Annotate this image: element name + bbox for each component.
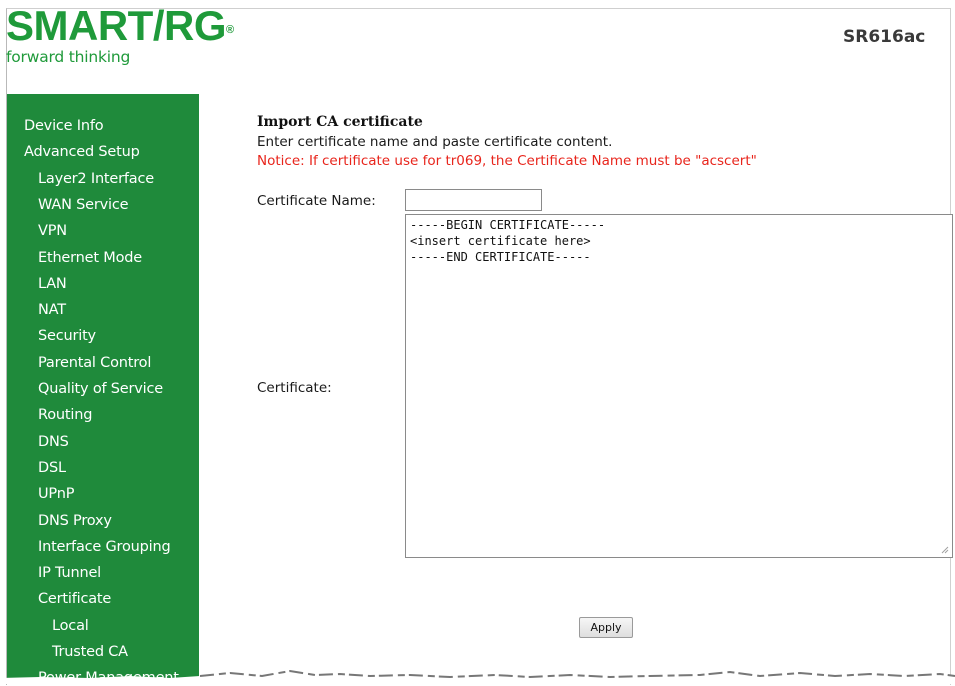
sidebar-item-quality-of-service[interactable]: Quality of Service (38, 381, 163, 397)
sidebar-item-layer2-interface[interactable]: Layer2 Interface (38, 171, 154, 187)
certificate-label: Certificate: (257, 380, 332, 396)
sidebar-nav: Device Info Advanced Setup Layer2 Interfac… (7, 94, 199, 686)
brand-name: SMART/RG® (6, 2, 234, 49)
registered-mark: ® (226, 24, 234, 36)
sidebar-item-dns-proxy[interactable]: DNS Proxy (38, 513, 112, 529)
sidebar-item-lan[interactable]: LAN (38, 276, 67, 292)
tr069-notice: Notice: If certificate use for tr069, th… (257, 153, 757, 169)
sidebar-item-dsl[interactable]: DSL (38, 460, 66, 476)
sidebar-item-vpn[interactable]: VPN (38, 223, 67, 239)
torn-edge-decoration (0, 669, 955, 684)
page-title: Import CA certificate (257, 114, 423, 130)
device-model: SR616ac (843, 27, 926, 47)
resize-grip-icon[interactable] (941, 546, 949, 554)
sidebar-item-ip-tunnel[interactable]: IP Tunnel (38, 565, 101, 581)
sidebar-item-trusted-ca[interactable]: Trusted CA (52, 644, 128, 660)
sidebar-item-dns[interactable]: DNS (38, 434, 69, 450)
sidebar-item-certificate[interactable]: Certificate (38, 591, 111, 607)
certificate-name-input[interactable] (405, 189, 542, 211)
sidebar-item-advanced-setup[interactable]: Advanced Setup (24, 144, 140, 160)
sidebar-item-wan-service[interactable]: WAN Service (38, 197, 129, 213)
page-description: Enter certificate name and paste certifi… (257, 134, 613, 150)
apply-button[interactable]: Apply (579, 617, 633, 638)
certificate-textarea[interactable] (405, 214, 953, 558)
brand-logo: SMART/RG® forward thinking (6, 2, 234, 67)
sidebar-item-interface-grouping[interactable]: Interface Grouping (38, 539, 171, 555)
brand-tagline: forward thinking (6, 48, 131, 66)
sidebar-item-ethernet-mode[interactable]: Ethernet Mode (38, 250, 142, 266)
sidebar-item-upnp[interactable]: UPnP (38, 486, 74, 502)
sidebar-item-parental-control[interactable]: Parental Control (38, 355, 151, 371)
certificate-name-label: Certificate Name: (257, 193, 376, 209)
sidebar-item-security[interactable]: Security (38, 328, 96, 344)
sidebar-item-device-info[interactable]: Device Info (24, 118, 104, 134)
sidebar-item-nat[interactable]: NAT (38, 302, 66, 318)
sidebar-item-local[interactable]: Local (52, 618, 89, 634)
sidebar-item-routing[interactable]: Routing (38, 407, 92, 423)
